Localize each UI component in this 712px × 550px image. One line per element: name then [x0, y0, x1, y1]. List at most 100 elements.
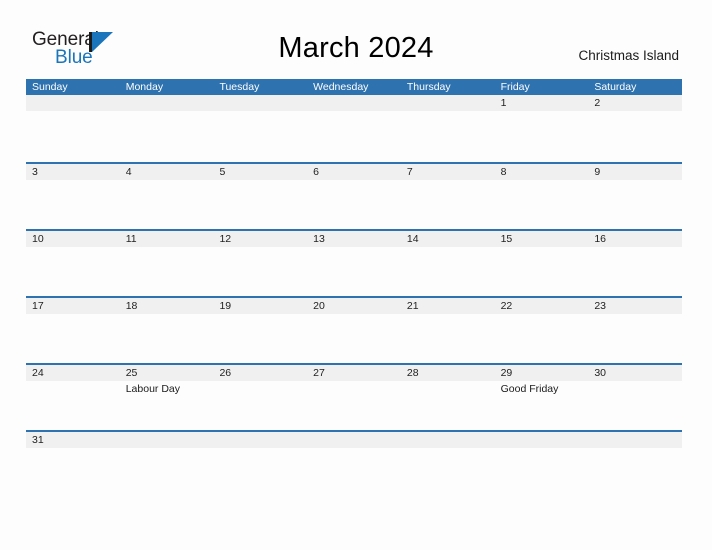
week-day-number-band: 31 [26, 432, 682, 448]
week-event-band [26, 247, 682, 298]
day-number[interactable]: 15 [495, 231, 589, 247]
day-number[interactable]: 4 [120, 164, 214, 180]
day-cell[interactable] [213, 314, 307, 365]
day-cell[interactable] [120, 247, 214, 298]
day-number[interactable]: 22 [495, 298, 589, 314]
week-row: 1 2 [26, 95, 682, 162]
day-number[interactable] [213, 432, 307, 448]
week-day-number-band: 3 4 5 6 7 8 9 [26, 164, 682, 180]
day-cell[interactable] [588, 180, 682, 231]
day-number[interactable]: 31 [26, 432, 120, 448]
day-cell[interactable] [401, 111, 495, 162]
day-number[interactable]: 8 [495, 164, 589, 180]
page-header: General Blue March 2024 Christmas Island [0, 0, 712, 78]
day-cell[interactable] [401, 381, 495, 432]
day-number[interactable]: 14 [401, 231, 495, 247]
day-number[interactable]: 27 [307, 365, 401, 381]
day-cell[interactable] [26, 111, 120, 162]
day-number[interactable] [307, 95, 401, 111]
day-number[interactable]: 2 [588, 95, 682, 111]
day-cell[interactable] [213, 111, 307, 162]
weekday-header-row: Sunday Monday Tuesday Wednesday Thursday… [26, 79, 682, 95]
day-cell[interactable] [120, 111, 214, 162]
day-number[interactable]: 1 [495, 95, 589, 111]
day-number[interactable] [307, 432, 401, 448]
day-number[interactable]: 3 [26, 164, 120, 180]
day-number[interactable]: 6 [307, 164, 401, 180]
weekday-header-thursday: Thursday [406, 81, 451, 93]
day-cell[interactable] [495, 111, 589, 162]
day-number[interactable]: 20 [307, 298, 401, 314]
day-cell[interactable] [401, 247, 495, 298]
day-cell[interactable] [588, 381, 682, 432]
week-day-number-band: 24 25 26 27 28 29 30 [26, 365, 682, 381]
week-row: 10 11 12 13 14 15 16 [26, 229, 682, 298]
calendar-page: General Blue March 2024 Christmas Island… [0, 0, 712, 550]
day-cell[interactable] [120, 314, 214, 365]
day-cell[interactable]: Good Friday [495, 381, 589, 432]
day-event-text: Good Friday [500, 383, 559, 395]
day-number[interactable] [588, 432, 682, 448]
day-number[interactable]: 26 [213, 365, 307, 381]
week-day-number-band: 17 18 19 20 21 22 23 [26, 298, 682, 314]
day-number[interactable]: 19 [213, 298, 307, 314]
day-number[interactable]: 10 [26, 231, 120, 247]
day-number[interactable]: 29 [495, 365, 589, 381]
day-number[interactable]: 11 [120, 231, 214, 247]
weekday-header-friday: Friday [500, 81, 530, 93]
day-number[interactable]: 23 [588, 298, 682, 314]
day-cell[interactable] [495, 247, 589, 298]
week-day-number-band: 1 2 [26, 95, 682, 111]
day-cell[interactable] [588, 247, 682, 298]
day-number[interactable]: 24 [26, 365, 120, 381]
weekday-header-monday: Monday [125, 81, 164, 93]
day-number[interactable]: 12 [213, 231, 307, 247]
day-number[interactable] [401, 432, 495, 448]
day-cell[interactable] [26, 381, 120, 432]
day-number[interactable] [495, 432, 589, 448]
day-cell[interactable] [307, 111, 401, 162]
day-number[interactable]: 18 [120, 298, 214, 314]
day-cell[interactable] [26, 247, 120, 298]
day-cell[interactable] [120, 180, 214, 231]
day-cell[interactable] [495, 314, 589, 365]
day-cell[interactable] [495, 180, 589, 231]
day-number[interactable] [213, 95, 307, 111]
weekday-header-sunday: Sunday [32, 81, 68, 93]
day-cell[interactable] [307, 381, 401, 432]
day-event-text: Labour Day [125, 383, 181, 395]
day-cell[interactable] [213, 180, 307, 231]
day-number[interactable] [120, 95, 214, 111]
day-number[interactable]: 13 [307, 231, 401, 247]
day-number[interactable]: 17 [26, 298, 120, 314]
day-cell[interactable] [307, 314, 401, 365]
day-number[interactable]: 30 [588, 365, 682, 381]
day-cell[interactable] [307, 180, 401, 231]
day-number[interactable]: 16 [588, 231, 682, 247]
day-number[interactable]: 9 [588, 164, 682, 180]
day-number[interactable] [26, 95, 120, 111]
day-number[interactable]: 21 [401, 298, 495, 314]
calendar-grid: Sunday Monday Tuesday Wednesday Thursday… [26, 79, 682, 460]
week-event-band [26, 314, 682, 365]
weekday-header-tuesday: Tuesday [219, 81, 260, 93]
day-cell[interactable] [307, 247, 401, 298]
day-cell[interactable] [26, 180, 120, 231]
day-number[interactable]: 25 [120, 365, 214, 381]
day-number[interactable]: 5 [213, 164, 307, 180]
day-cell[interactable] [588, 314, 682, 365]
day-number[interactable]: 28 [401, 365, 495, 381]
location-label: Christmas Island [578, 48, 679, 63]
day-number[interactable] [120, 432, 214, 448]
weekday-header-saturday: Saturday [594, 81, 637, 93]
day-cell[interactable] [588, 111, 682, 162]
day-cell[interactable] [401, 180, 495, 231]
day-cell[interactable]: Labour Day [120, 381, 214, 432]
day-cell[interactable] [213, 247, 307, 298]
day-cell[interactable] [26, 314, 120, 365]
day-cell[interactable] [213, 381, 307, 432]
day-cell[interactable] [401, 314, 495, 365]
day-number[interactable] [401, 95, 495, 111]
week-row: 3 4 5 6 7 8 9 [26, 162, 682, 231]
day-number[interactable]: 7 [401, 164, 495, 180]
